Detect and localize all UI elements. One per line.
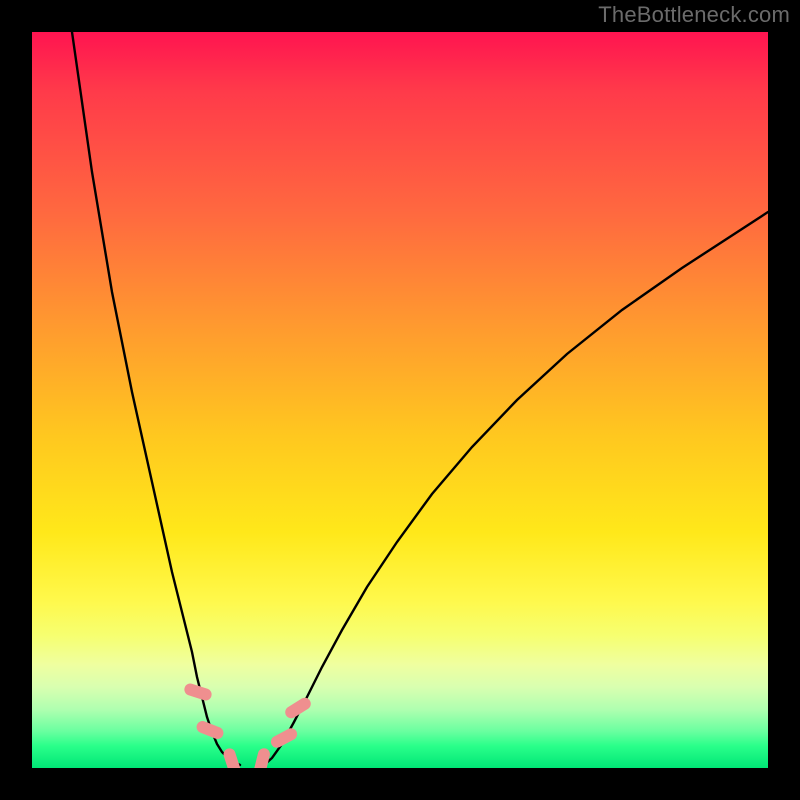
curve-left-branch [72, 32, 240, 765]
watermark-text: TheBottleneck.com [598, 2, 790, 28]
curve-layer [32, 32, 768, 768]
plot-area [32, 32, 768, 768]
marker-right-lower [269, 726, 299, 750]
marker-bottom-left [222, 747, 242, 768]
chart-frame: TheBottleneck.com [0, 0, 800, 800]
curve-right-branch [264, 212, 768, 765]
marker-bottom-right [253, 747, 271, 768]
